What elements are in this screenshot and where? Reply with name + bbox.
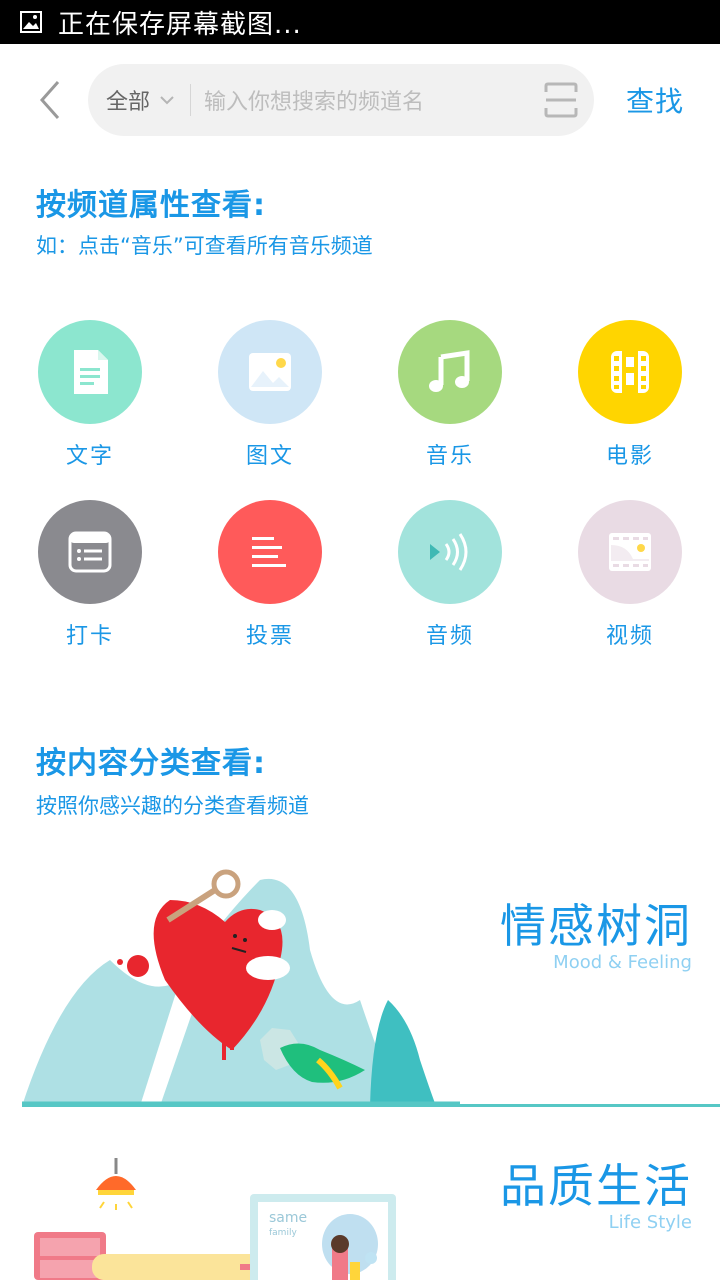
channel-type-label: 文字	[65, 444, 114, 469]
channel-type-label: 音频	[425, 624, 474, 649]
channel-type-image-text[interactable]: 图文	[192, 320, 352, 480]
channel-type-label: 打卡	[65, 624, 114, 649]
image-icon	[218, 320, 322, 424]
channel-type-movie[interactable]: 电影	[552, 320, 712, 480]
channel-type-label: 投票	[245, 624, 294, 649]
category-subtitle: Mood & Feeling	[553, 952, 692, 973]
poster-text: same	[269, 1210, 308, 1226]
attribute-section-title: 按频道属性查看:	[36, 188, 266, 223]
content-section-subtitle: 按照你感兴趣的分类查看频道	[36, 794, 309, 818]
video-icon	[578, 500, 682, 604]
search-box[interactable]: 全部 输入你想搜索的频道名	[88, 64, 594, 136]
category-banner-lifestyle[interactable]: same family 品质生活 Life Style	[0, 1140, 720, 1280]
search-input[interactable]: 输入你想搜索的频道名	[204, 64, 424, 136]
category-banner-mood[interactable]: 情感树洞 Mood & Feeling	[0, 860, 720, 1106]
document-icon	[38, 320, 142, 424]
search-divider	[190, 84, 191, 116]
status-bar: 正在保存屏幕截图...	[0, 0, 720, 44]
channel-type-label: 音乐	[425, 444, 474, 469]
banner-divider	[22, 1104, 720, 1107]
category-title: 情感树洞	[500, 899, 692, 953]
channel-type-audio[interactable]: 音频	[372, 500, 532, 660]
find-button[interactable]: 查找	[626, 64, 684, 136]
channel-type-video[interactable]: 视频	[552, 500, 712, 660]
scan-icon[interactable]	[544, 82, 578, 118]
mood-illustration	[22, 869, 460, 1106]
vote-lines-icon	[218, 500, 322, 604]
chevron-down-icon	[160, 96, 174, 105]
content-section-title: 按内容分类查看:	[36, 746, 266, 781]
channel-type-music[interactable]: 音乐	[372, 320, 532, 480]
channel-type-grid: 文字 图文 音乐 电影 打卡 投票 音频 视频	[0, 320, 720, 660]
channel-type-label: 图文	[245, 444, 294, 469]
channel-type-checkin[interactable]: 打卡	[12, 500, 172, 660]
music-note-icon	[398, 320, 502, 424]
category-title: 品质生活	[500, 1159, 692, 1213]
image-notification-icon	[20, 11, 42, 33]
search-bar-row: 全部 输入你想搜索的频道名 查找	[0, 64, 720, 136]
lifestyle-illustration	[34, 1158, 396, 1280]
channel-type-vote[interactable]: 投票	[192, 500, 352, 660]
back-arrow-icon[interactable]	[34, 78, 70, 122]
film-icon	[578, 320, 682, 424]
channel-type-label: 电影	[605, 444, 654, 469]
status-text: 正在保存屏幕截图...	[58, 9, 302, 40]
attribute-section-subtitle: 如：点击“音乐”可查看所有音乐频道	[36, 234, 373, 258]
poster-subtext: family	[269, 1228, 297, 1238]
channel-type-text[interactable]: 文字	[12, 320, 172, 480]
scope-dropdown[interactable]: 全部	[106, 64, 174, 136]
audio-wave-icon	[398, 500, 502, 604]
category-subtitle: Life Style	[608, 1212, 692, 1233]
checkin-card-icon	[38, 500, 142, 604]
scope-label: 全部	[106, 90, 151, 115]
channel-type-label: 视频	[605, 624, 654, 649]
